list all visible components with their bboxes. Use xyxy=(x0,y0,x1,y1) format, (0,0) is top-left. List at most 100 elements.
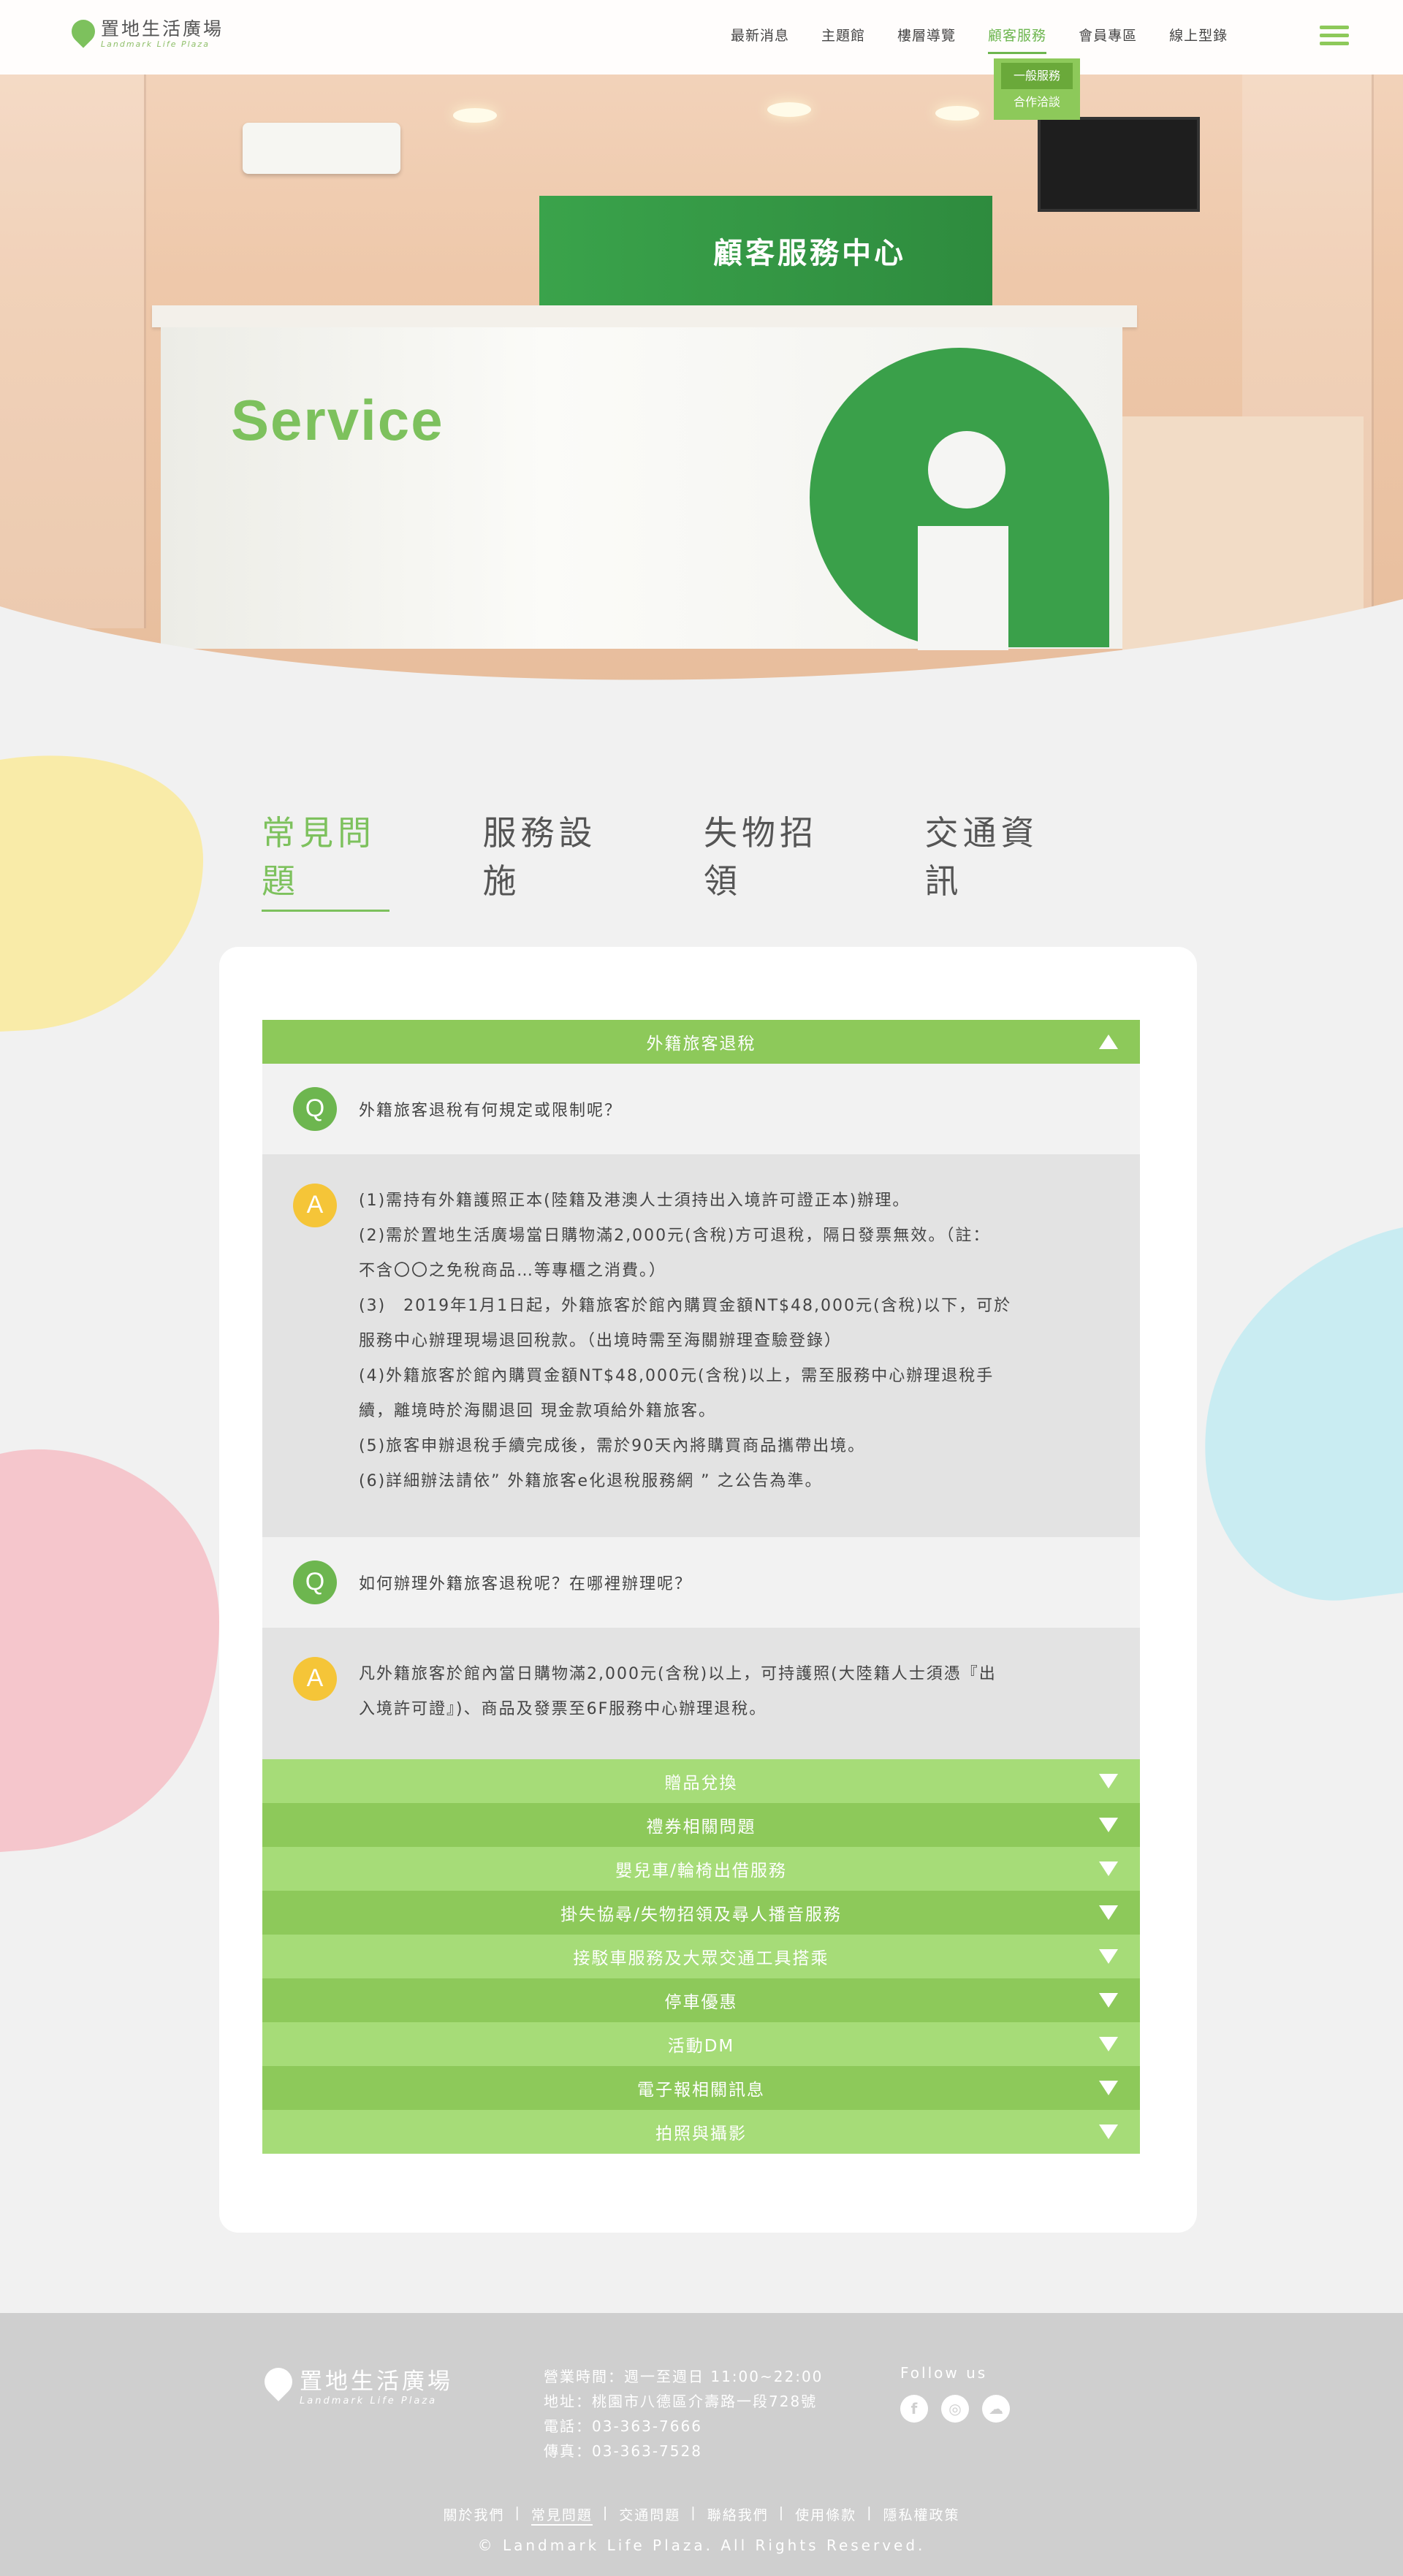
follow-us-label: Follow us xyxy=(900,2364,988,2382)
accordion-header-event-dm[interactable]: 活動DM xyxy=(262,2022,1140,2066)
ceiling-light xyxy=(767,102,811,117)
nav-item-news[interactable]: 最新消息 xyxy=(731,25,789,47)
accordion-header-tax-refund[interactable]: 外籍旅客退稅 xyxy=(262,1020,1140,1064)
accordion-header-stroller-wheelchair[interactable]: 嬰兒車/輪椅出借服務 xyxy=(262,1847,1140,1891)
accordion-header-shuttle[interactable]: 接駁車服務及大眾交通工具搭乘 xyxy=(262,1935,1140,1978)
nav-item-themes[interactable]: 主題館 xyxy=(821,25,865,47)
nav-item-catalog[interactable]: 線上型錄 xyxy=(1169,25,1228,47)
answer-line: 續，離境時於海關退回 現金款項給外籍旅客。 xyxy=(359,1402,716,1420)
opening-hours: 營業時間：週一至週日 11:00~22:00 xyxy=(544,2368,824,2385)
dropdown-item-cooperation[interactable]: 合作洽談 xyxy=(994,89,1080,115)
footer-link-faq[interactable]: 常見問題 xyxy=(531,2504,593,2526)
accordion-title: 贈品兌換 xyxy=(664,1774,738,1793)
expand-arrow-icon xyxy=(1099,1993,1118,2008)
footer-contact-info: 營業時間：週一至週日 11:00~22:00 地址：桃園市八德區介壽路一段728… xyxy=(544,2364,823,2463)
service-center-sign: 顧客服務中心 xyxy=(539,196,992,305)
phone: 電話：03-363-7666 xyxy=(544,2417,702,2435)
faq-answer: A (1)需持有外籍護照正本(陸籍及港澳人士須持出入境許可證正本)辦理。 (2)… xyxy=(262,1154,1140,1537)
tab-faq[interactable]: 常見問題 xyxy=(262,807,394,912)
answer-line: (1)需持有外籍護照正本(陸籍及港澳人士須持出入境許可證正本)辦理。 xyxy=(359,1192,910,1210)
expand-arrow-icon xyxy=(1099,1861,1118,1876)
accordion-header-newsletter[interactable]: 電子報相關訊息 xyxy=(262,2066,1140,2110)
faq-answer: A 凡外籍旅客於館內當日購物滿2,000元(含稅)以上，可持護照(大陸籍人士須憑… xyxy=(262,1628,1140,1759)
answer-line: 不含〇〇之免稅商品…等專櫃之消費。） xyxy=(359,1262,667,1280)
accordion-title: 外籍旅客退稅 xyxy=(646,1034,756,1053)
footer-link-terms[interactable]: 使用條款 xyxy=(795,2504,856,2526)
site-logo[interactable]: 置地生活廣場 Landmark Life Plaza xyxy=(72,18,224,50)
address: 地址：桃園市八德區介壽路一段728號 xyxy=(544,2393,818,2410)
answer-line: (4)外籍旅客於館內購買金額NT$48,000元(含稅)以上，需至服務中心辦理退… xyxy=(359,1367,995,1385)
expand-arrow-icon xyxy=(1099,1774,1118,1788)
expand-arrow-icon xyxy=(1099,1905,1118,1920)
blue-blob xyxy=(1205,1227,1403,1601)
accordion-title: 嬰兒車/輪椅出借服務 xyxy=(615,1861,787,1880)
social-links: f ◎ ☁ xyxy=(900,2395,1023,2423)
faq-question: Q 外籍旅客退稅有何規定或限制呢？ xyxy=(262,1064,1140,1154)
nav-item-floor-guide[interactable]: 樓層導覽 xyxy=(897,25,956,47)
answer-line: (2)需於置地生活廣場當日購物滿2,000元(含稅)方可退稅，隔日發票無效。（註… xyxy=(359,1227,991,1245)
dropdown-item-general[interactable]: 一般服務 xyxy=(1001,63,1073,89)
wall-panel xyxy=(0,73,146,628)
main-nav: 最新消息 主題館 樓層導覽 顧客服務 會員專區 線上型錄 xyxy=(731,25,1260,54)
accordion-title: 電子報相關訊息 xyxy=(637,2081,765,2100)
footer-link-transport[interactable]: 交通問題 xyxy=(619,2504,680,2526)
instagram-icon[interactable]: ◎ xyxy=(941,2395,969,2423)
accordion-header-gift-vouchers[interactable]: 禮券相關問題 xyxy=(262,1803,1140,1847)
nav-item-members[interactable]: 會員專區 xyxy=(1079,25,1137,47)
line-icon[interactable]: ☁ xyxy=(982,2395,1010,2423)
accordion-header-lost-found[interactable]: 掛失協尋/失物招領及尋人播音服務 xyxy=(262,1891,1140,1935)
accordion-header-parking[interactable]: 停車優惠 xyxy=(262,1978,1140,2022)
logo-name-cn: 置地生活廣場 xyxy=(101,18,224,39)
answer-line: 凡外籍旅客於館內當日購物滿2,000元(含稅)以上，可持護照(大陸籍人士須憑『出 xyxy=(359,1665,997,1683)
footer-link-about[interactable]: 關於我們 xyxy=(443,2504,504,2526)
yellow-blob xyxy=(0,755,204,1032)
answer-badge: A xyxy=(293,1184,337,1227)
answer-line: (5)旅客申辦退稅手續完成後，需於90天內將購買商品攜帶出境。 xyxy=(359,1437,866,1455)
service-sign-text: 顧客服務中心 xyxy=(713,237,906,270)
footer-logo-pin-icon xyxy=(265,2368,292,2401)
accordion-title: 接駁車服務及大眾交通工具搭乘 xyxy=(573,1949,829,1968)
facebook-icon[interactable]: f xyxy=(900,2395,928,2423)
answer-line: 服務中心辦理現場退回稅款。（出境時需至海關辦理查驗登錄） xyxy=(359,1332,843,1350)
accordion-title: 拍照與攝影 xyxy=(655,2125,747,2144)
expand-arrow-icon xyxy=(1099,1949,1118,1964)
question-badge: Q xyxy=(293,1087,337,1131)
answer-line: 入境許可證』)、商品及發票至6F服務中心辦理退稅。 xyxy=(359,1700,767,1718)
hero-bottom-curve xyxy=(0,599,1403,701)
footer-logo[interactable]: 置地生活廣場 Landmark Life Plaza xyxy=(265,2363,453,2407)
expand-arrow-icon xyxy=(1099,2081,1118,2095)
answer-badge: A xyxy=(293,1657,337,1701)
info-icon-dot xyxy=(928,431,1005,508)
answer-line: (6)詳細辦法請依” 外籍旅客e化退稅服務網 ” 之公告為準。 xyxy=(359,1472,823,1490)
site-header: 置地生活廣場 Landmark Life Plaza 最新消息 主題館 樓層導覽… xyxy=(0,0,1403,75)
site-footer: 置地生活廣場 Landmark Life Plaza 營業時間：週一至週日 11… xyxy=(0,2313,1403,2576)
accordion-title: 禮券相關問題 xyxy=(646,1818,756,1837)
copyright: © Landmark Life Plaza. All Rights Reserv… xyxy=(477,2537,926,2554)
accordion-header-gift-redemption[interactable]: 贈品兌換 xyxy=(262,1759,1140,1803)
question-text: 外籍旅客退稅有何規定或限制呢？ xyxy=(359,1102,623,1120)
expand-arrow-icon xyxy=(1099,2125,1118,2139)
question-text: 如何辦理外籍旅客退稅呢？在哪裡辦理呢？ xyxy=(359,1575,693,1593)
expand-arrow-icon xyxy=(1099,2037,1118,2051)
nav-item-customer-service[interactable]: 顧客服務 xyxy=(988,25,1047,54)
faq-card: 外籍旅客退稅 Q 外籍旅客退稅有何規定或限制呢？ A (1)需持有外籍護照正本(… xyxy=(219,947,1197,2233)
tab-transport[interactable]: 交通資訊 xyxy=(925,807,1057,909)
tab-facilities[interactable]: 服務設施 xyxy=(483,807,615,909)
answer-line: (3) 2019年1月1日起，外籍旅客於館內購買金額NT$48,000元(含稅)… xyxy=(359,1297,1012,1315)
answer-text: (1)需持有外籍護照正本(陸籍及港澳人士須持出入境許可證正本)辦理。 (2)需於… xyxy=(359,1184,1097,1499)
logo-name-en: Landmark Life Plaza xyxy=(101,39,210,49)
tab-lost-found[interactable]: 失物招領 xyxy=(704,807,836,909)
ceiling-light xyxy=(935,106,979,121)
menu-icon[interactable] xyxy=(1320,26,1349,47)
accordion-header-photography[interactable]: 拍照與攝影 xyxy=(262,2110,1140,2154)
footer-logo-name-cn: 置地生活廣場 xyxy=(300,2369,453,2395)
accordion-title: 停車優惠 xyxy=(664,1993,738,2012)
hero-banner: 顧客服務中心 Service xyxy=(0,0,1403,701)
pink-blob xyxy=(0,1449,219,1852)
footer-link-contact[interactable]: 聯絡我們 xyxy=(707,2504,769,2526)
footer-link-privacy[interactable]: 隱私權政策 xyxy=(883,2504,960,2526)
service-dropdown: 一般服務 合作洽談 xyxy=(994,58,1080,120)
ceiling-light xyxy=(453,108,497,123)
faq-question: Q 如何辦理外籍旅客退稅呢？在哪裡辦理呢？ xyxy=(262,1537,1140,1628)
counter-top xyxy=(152,305,1137,327)
